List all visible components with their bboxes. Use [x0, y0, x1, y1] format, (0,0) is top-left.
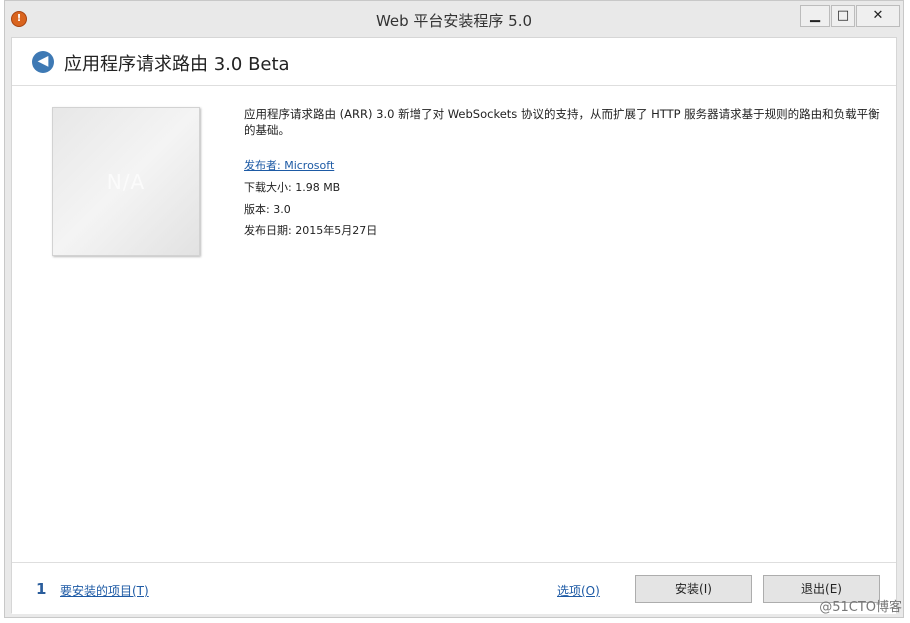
watermark: @51CTO博客 — [819, 600, 902, 615]
product-description: 应用程序请求路由 (ARR) 3.0 新增了对 WebSockets 协议的支持… — [244, 107, 880, 137]
product-version: 版本: 3.0 — [244, 203, 291, 216]
title-bar[interactable]: ! Web 平台安装程序 5.0 ▁ □ ✕ — [5, 1, 903, 37]
page-header: ◀ 应用程序请求路由 3.0 Beta — [12, 38, 896, 86]
download-size: 下载大小: 1.98 MB — [244, 181, 341, 194]
options-link[interactable]: 选项(O) — [557, 582, 600, 599]
page-title: 应用程序请求路由 3.0 Beta — [64, 54, 290, 75]
minimize-button[interactable]: ▁ — [800, 5, 830, 27]
install-button[interactable]: 安装(I) — [635, 575, 752, 603]
footer-bar: 1 要安装的项目(T) 选项(O) 安装(I) 退出(E) — [12, 562, 896, 614]
items-count: 1 — [36, 580, 47, 598]
back-arrow-icon[interactable]: ◀ — [32, 51, 54, 73]
publisher-row: 发布者: Microsoft — [244, 157, 334, 173]
thumbnail-placeholder-text: N/A — [106, 170, 146, 194]
product-thumbnail: N/A — [52, 107, 200, 256]
main-content: ◀ 应用程序请求路由 3.0 Beta N/A 应用程序请求路由 (ARR) 3… — [11, 37, 897, 614]
release-date: 发布日期: 2015年5月27日 — [244, 224, 378, 237]
installer-window: ! Web 平台安装程序 5.0 ▁ □ ✕ ◀ 应用程序请求路由 3.0 Be… — [4, 0, 904, 618]
close-button[interactable]: ✕ — [856, 5, 900, 27]
items-to-install-link[interactable]: 要安装的项目(T) — [60, 582, 149, 599]
maximize-button[interactable]: □ — [831, 5, 855, 27]
window-title: Web 平台安装程序 5.0 — [375, 12, 533, 30]
publisher-link[interactable]: 发布者: Microsoft — [244, 159, 334, 172]
